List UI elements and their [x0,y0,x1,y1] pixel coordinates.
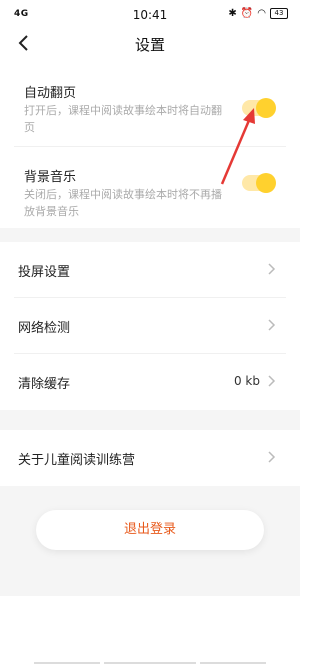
page-title: 设置 [134,36,165,54]
chevron-right-icon [268,375,276,387]
chevron-right-icon [268,451,276,463]
section-gap [0,228,300,242]
divider [14,353,286,354]
status-bar: 4G 10:41 ✱ ⏰ ◠ 43 [0,0,300,30]
alarm-icon: ⏰ [240,8,254,19]
menu-item-about[interactable]: 关于儿童阅读训练营 [0,432,300,482]
toggle-knob [256,98,276,118]
auto-page-turn-label: 自动翻页 [24,86,77,101]
logout-area: 退出登录 [0,486,300,596]
chevron-right-icon [268,319,276,331]
divider [14,146,286,147]
nav-indicator-segment [104,662,196,664]
battery-icon: 43 [270,8,288,19]
menu-item-screen-cast[interactable]: 投屏设置 [0,244,300,294]
logout-button[interactable]: 退出登录 [36,510,264,550]
network-check-label: 网络检测 [18,321,71,336]
status-icons: ✱ ⏰ ◠ 43 [228,8,288,19]
background-music-description: 关闭后，课程中阅读故事绘本时将不再播放背景音乐 [24,188,222,218]
background-music-label: 背景音乐 [24,170,77,185]
clear-cache-label: 清除缓存 [18,377,71,392]
cache-size-value: 0 kb [233,374,260,388]
toggle-knob [256,173,276,193]
nav-indicator-segment [200,662,266,664]
about-label: 关于儿童阅读训练营 [18,453,136,468]
divider [14,297,286,298]
menu-item-network-check[interactable]: 网络检测 [0,300,300,350]
section-gap [0,410,300,430]
setting-background-music: 背景音乐 关闭后，课程中阅读故事绘本时将不再播放背景音乐 [0,166,300,228]
nav-bar: 设置 [0,30,300,58]
auto-page-turn-description: 打开后，课程中阅读故事绘本时将自动翻页 [24,104,222,134]
auto-page-turn-toggle[interactable] [242,98,276,118]
nav-indicator-segment [34,662,100,664]
chevron-right-icon [268,263,276,275]
menu-item-clear-cache[interactable]: 清除缓存 0 kb [0,356,300,406]
bluetooth-icon: ✱ [228,8,237,19]
system-nav-indicator [0,660,300,666]
background-music-toggle[interactable] [242,173,276,193]
screen-cast-label: 投屏设置 [18,265,71,280]
wifi-icon: ◠ [257,8,266,19]
setting-auto-page-turn: 自动翻页 打开后，课程中阅读故事绘本时将自动翻页 [0,82,300,144]
